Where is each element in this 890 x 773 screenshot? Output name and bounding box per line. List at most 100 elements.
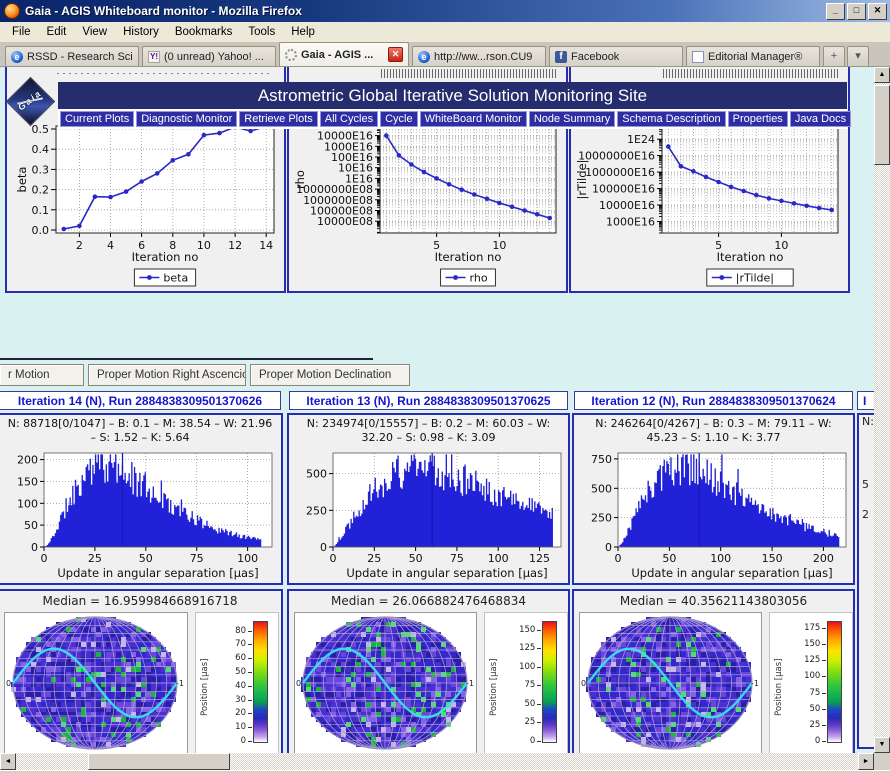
svg-text:10000E16: 10000E16 xyxy=(599,199,655,212)
menu-view[interactable]: View xyxy=(74,24,115,40)
iteration-13-header: Iteration 13 (N), Run 288483830950137062… xyxy=(289,391,568,410)
colorbar-tick xyxy=(537,630,541,631)
colorbar-tick xyxy=(248,713,252,714)
colorbar-tick xyxy=(537,685,541,686)
colorbar-tick xyxy=(537,667,541,668)
minimize-button[interactable]: _ xyxy=(826,3,845,20)
svg-text:12: 12 xyxy=(228,239,242,252)
nav-java-docs[interactable]: Java Docs xyxy=(790,111,851,127)
tab-rssd[interactable]: e RSSD - Research Sci... xyxy=(5,46,139,66)
svg-text:rho: rho xyxy=(293,170,307,189)
nav-node-summary[interactable]: Node Summary xyxy=(529,111,615,127)
nav-whiteboard-monitor[interactable]: WhiteBoard Monitor xyxy=(420,111,527,127)
maximize-button[interactable]: □ xyxy=(847,3,866,20)
horizontal-scroll-thumb[interactable] xyxy=(88,753,230,770)
tab-proper-motion-declination[interactable]: Proper Motion Declination xyxy=(250,364,410,386)
globe-icon: e xyxy=(11,51,23,63)
cropped-plot-fragment xyxy=(57,73,271,74)
iteration-14-skymap: 0-1 xyxy=(5,613,185,753)
colorbar-tick xyxy=(248,631,252,632)
colorbar-tick xyxy=(248,700,252,701)
colorbar-tick xyxy=(248,644,252,645)
iteration-12-histogram-box: N: 246264[0/4267] – B: 0.3 – M: 79.11 – … xyxy=(572,413,855,585)
svg-text:50: 50 xyxy=(24,519,38,532)
menu-help[interactable]: Help xyxy=(283,24,323,40)
iteration-12-header: Iteration 12 (N), Run 288483830950137062… xyxy=(574,391,853,410)
svg-text:150: 150 xyxy=(17,475,38,488)
gaia-logo: Gaia xyxy=(8,79,52,123)
tab-gaia-active[interactable]: Gaia - AGIS ... ✕ xyxy=(279,42,409,66)
nav-schema-description[interactable]: Schema Description xyxy=(617,111,725,127)
menu-edit[interactable]: Edit xyxy=(39,24,75,40)
svg-text:0.3: 0.3 xyxy=(32,163,50,176)
horizontal-scrollbar[interactable]: ◄ ► xyxy=(0,753,874,770)
tab-yahoo[interactable]: Y! (0 unread) Yahoo! ... xyxy=(142,46,276,66)
colorbar-tick-label: 100 xyxy=(770,671,820,681)
menu-tools[interactable]: Tools xyxy=(240,24,283,40)
nav-cycle[interactable]: Cycle xyxy=(380,111,418,127)
svg-text:Iteration no: Iteration no xyxy=(132,250,199,264)
svg-text:2: 2 xyxy=(76,239,83,252)
iteration-13-histogram: 02505000255075100125Update in angular se… xyxy=(293,449,565,582)
colorbar-tick xyxy=(537,704,541,705)
tab-close-icon[interactable]: ✕ xyxy=(388,47,403,62)
colorbar-tick-label: 125 xyxy=(485,643,535,653)
page-viewport: 0.00.10.20.30.40.52468101214betaIteratio… xyxy=(0,67,874,753)
colorbar-tick-label: 50 xyxy=(770,704,820,714)
colorbar-tick-label: 0 xyxy=(770,736,820,746)
svg-text:50: 50 xyxy=(139,552,153,565)
scroll-up-button[interactable]: ▲ xyxy=(874,67,890,83)
iteration-12-map-box: Median = 40.35621143803056 0-1 Position … xyxy=(572,589,855,753)
nav-properties[interactable]: Properties xyxy=(728,111,788,127)
iteration-12-median: Median = 40.35621143803056 xyxy=(574,591,853,610)
svg-text:0: 0 xyxy=(6,679,11,688)
list-tabs-button[interactable]: ▾ xyxy=(847,46,869,66)
loading-spinner-icon xyxy=(285,49,297,61)
colorbar-tick-label: 75 xyxy=(485,680,535,690)
vertical-scrollbar[interactable]: ▲ ▼ xyxy=(874,67,890,753)
titlebar[interactable]: Gaia - AGIS Whiteboard monitor - Mozilla… xyxy=(0,0,890,22)
yahoo-icon: Y! xyxy=(148,51,160,63)
nav-diagnostic-monitor[interactable]: Diagnostic Monitor xyxy=(136,111,237,127)
close-button[interactable]: ✕ xyxy=(868,3,887,20)
scroll-down-button[interactable]: ▼ xyxy=(874,737,890,753)
nav-all-cycles[interactable]: All Cycles xyxy=(320,111,378,127)
colorbar-tick-label: 60 xyxy=(196,653,246,663)
tab-proper-motion[interactable]: r Motion xyxy=(0,364,84,386)
svg-text:0: 0 xyxy=(605,541,612,554)
svg-text:beta: beta xyxy=(163,272,188,285)
tab-url[interactable]: e http://ww...rson.CU9 xyxy=(412,46,546,66)
colorbar-tick-label: 80 xyxy=(196,626,246,636)
svg-text:0.0: 0.0 xyxy=(32,224,50,237)
nav-current-plots[interactable]: Current Plots xyxy=(60,111,134,127)
tab-facebook[interactable]: f Facebook xyxy=(549,46,683,66)
tab-editorial-manager[interactable]: Editorial Manager® xyxy=(686,46,820,66)
menu-bookmarks[interactable]: Bookmarks xyxy=(167,24,241,40)
tab-proper-motion-right-ascencion[interactable]: Proper Motion Right Ascencion xyxy=(88,364,246,386)
svg-text:0: 0 xyxy=(41,552,48,565)
iteration-14-stats: N: 88718[0/1047] – B: 0.1 – M: 38.54 – W… xyxy=(0,415,281,447)
svg-text:100: 100 xyxy=(237,552,258,565)
vertical-scroll-thumb[interactable] xyxy=(874,85,890,165)
colorbar-tick-label: 20 xyxy=(196,708,246,718)
scroll-right-button[interactable]: ► xyxy=(858,753,874,770)
colorbar-tick xyxy=(248,727,252,728)
menu-file[interactable]: File xyxy=(4,24,39,40)
colorbar-tick xyxy=(248,741,252,742)
new-tab-button[interactable]: + xyxy=(823,46,845,66)
colorbar-tick xyxy=(822,693,826,694)
colorbar-tick xyxy=(822,644,826,645)
rtilde-chart: 1E2410000000E161000000E16100000E1610000E… xyxy=(572,123,847,289)
iteration-13-stats: N: 234974[0/15557] – B: 0.2 – M: 60.03 –… xyxy=(289,415,568,447)
colorbar-tick xyxy=(537,722,541,723)
svg-text:|rTilde|: |rTilde| xyxy=(736,272,774,285)
colorbar-tick-label: 150 xyxy=(485,625,535,635)
scroll-left-button[interactable]: ◄ xyxy=(0,753,16,770)
colorbar-tick xyxy=(248,686,252,687)
colorbar-tick-label: 40 xyxy=(196,681,246,691)
svg-text:250: 250 xyxy=(591,512,612,525)
colorbar-tick-label: 0 xyxy=(485,736,535,746)
menu-history[interactable]: History xyxy=(115,24,167,40)
iteration-14-header: Iteration 14 (N), Run 288483830950137062… xyxy=(0,391,281,410)
nav-retrieve-plots[interactable]: Retrieve Plots xyxy=(239,111,317,127)
